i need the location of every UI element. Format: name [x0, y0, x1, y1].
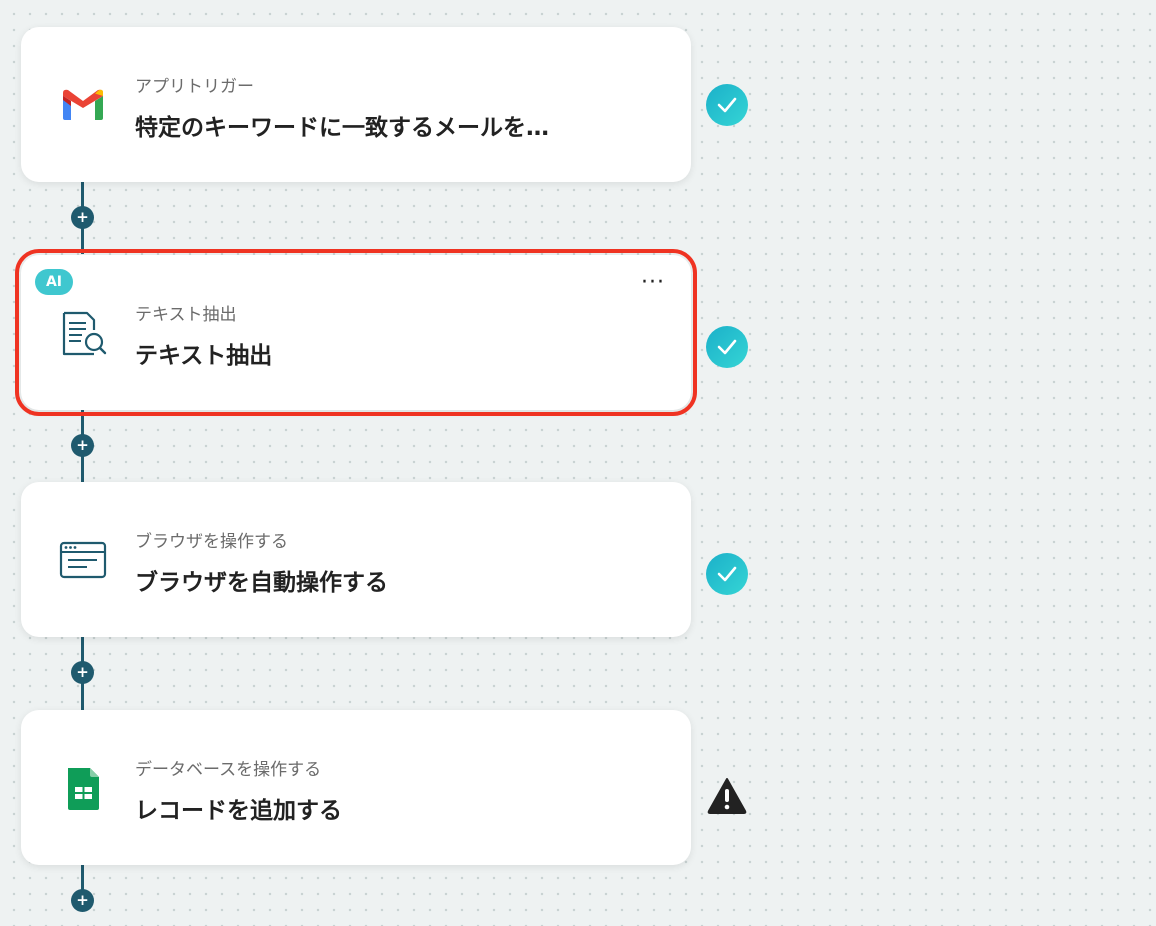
warning-icon	[706, 775, 748, 817]
step-category: テキスト抽出	[135, 305, 237, 325]
gmail-icon	[59, 82, 107, 130]
document-search-icon	[59, 310, 107, 358]
step-title: ブラウザを自動操作する	[135, 570, 388, 596]
add-step-button[interactable]: +	[71, 434, 94, 457]
add-step-button[interactable]: +	[71, 889, 94, 912]
step-title: レコードを追加する	[135, 798, 342, 824]
complete-check-icon	[706, 84, 748, 126]
step-card-app-trigger[interactable]: アプリトリガー 特定のキーワードに一致するメールを…	[21, 27, 691, 182]
step-card-database[interactable]: データベースを操作する レコードを追加する	[21, 710, 691, 865]
add-step-button[interactable]: +	[71, 206, 94, 229]
step-category: アプリトリガー	[135, 77, 254, 97]
step-category: ブラウザを操作する	[135, 532, 288, 552]
step-title: テキスト抽出	[135, 343, 273, 369]
browser-window-icon	[59, 537, 107, 585]
more-options-button[interactable]: ···	[641, 272, 665, 294]
complete-check-icon	[706, 553, 748, 595]
ai-badge: AI	[35, 269, 73, 295]
step-card-browser[interactable]: ブラウザを操作する ブラウザを自動操作する	[21, 482, 691, 637]
step-category: データベースを操作する	[135, 760, 322, 780]
step-title: 特定のキーワードに一致するメールを…	[135, 115, 549, 141]
complete-check-icon	[706, 326, 748, 368]
step-card-text-extraction[interactable]: AI ··· テキスト抽出 テキスト抽出	[15, 249, 697, 416]
add-step-button[interactable]: +	[71, 661, 94, 684]
google-sheets-icon	[59, 765, 107, 813]
